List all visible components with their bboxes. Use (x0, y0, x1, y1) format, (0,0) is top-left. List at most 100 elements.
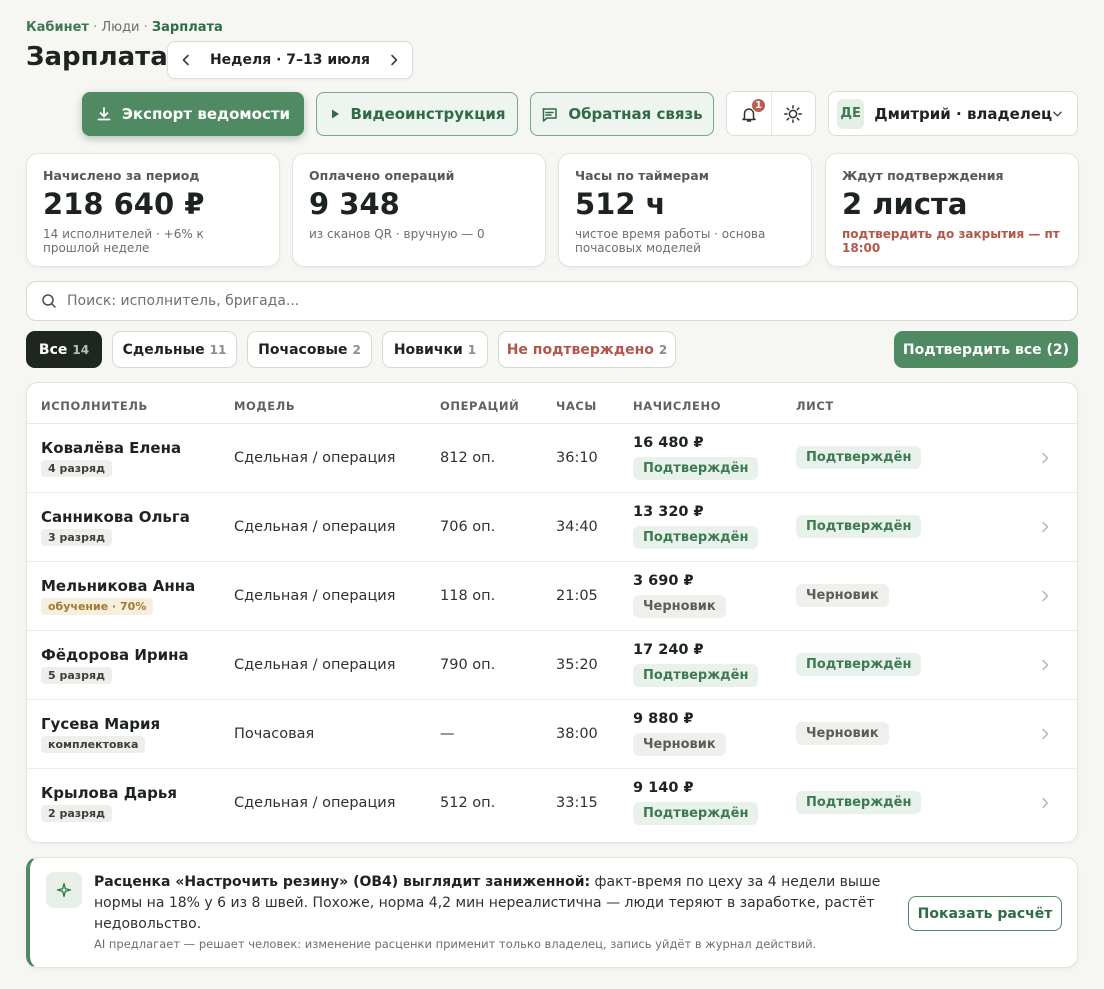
table-row[interactable]: Гусева Мария комплектовка Почасовая — 38… (27, 700, 1077, 769)
worker-grade-tag: 2 разряд (41, 805, 112, 822)
worker-role-tag: комплектовка (41, 736, 146, 753)
amount-status-badge: Подтверждён (633, 457, 759, 480)
chevron-right-icon[interactable] (1037, 588, 1053, 604)
pay-model: Сдельная / операция (234, 657, 396, 673)
filter-count: 14 (72, 342, 90, 357)
sheet-status-badge: Подтверждён (796, 446, 922, 469)
chevron-right-icon[interactable] (1037, 657, 1053, 673)
sheet-status-badge: Подтверждён (796, 791, 922, 814)
search-icon (42, 294, 56, 308)
export-button[interactable]: Экспорт ведомости (82, 92, 304, 136)
table-row[interactable]: Крылова Дарья 2 разряд Сдельная / операц… (27, 769, 1077, 838)
table-row[interactable]: Фёдорова Ирина 5 разряд Сдельная / опера… (27, 631, 1077, 700)
ai-suggestion-text: Расценка «Настрочить резину» (ОВ4) выгля… (94, 872, 884, 935)
chevron-down-icon (1053, 111, 1062, 116)
hours: 35:20 (556, 657, 598, 673)
stat-subtext: 14 исполнителей · +6% к прошлой неделе (43, 227, 204, 255)
worker-name: Санникова Ольга (41, 508, 190, 526)
user-name: Дмитрий · владелец (874, 104, 1053, 123)
hours: 21:05 (556, 588, 598, 604)
confirm-all-button[interactable]: Подтвердить все (2) (894, 331, 1078, 368)
table-header: ИСПОЛНИТЕЛЬ МОДЕЛЬ ОПЕРАЦИЙ ЧАСЫ НАЧИСЛЕ… (27, 383, 1077, 424)
export-label: Экспорт ведомости (121, 105, 291, 123)
stat-subtext: чистое время работы · основа почасовых м… (575, 227, 766, 255)
play-icon (331, 109, 339, 119)
table-row[interactable]: Ковалёва Елена 4 разряд Сдельная / опера… (27, 424, 1077, 493)
stat-card-accrued: Начислено за период 218 640 ₽ 14 исполни… (26, 153, 280, 267)
amount-status-badge: Подтверждён (633, 802, 759, 825)
table-row[interactable]: Санникова Ольга 3 разряд Сдельная / опер… (27, 493, 1077, 562)
hours: 34:40 (556, 519, 598, 535)
stat-label: Часы по таймерам (575, 168, 709, 183)
search-input[interactable] (67, 293, 1063, 309)
filter-label: Почасовые (258, 341, 348, 358)
sheet-status-badge: Черновик (796, 584, 889, 607)
worker-name: Ковалёва Елена (41, 439, 182, 457)
theme-toggle-button[interactable] (770, 92, 816, 135)
video-guide-button[interactable]: Видеоинструкция (316, 92, 518, 136)
breadcrumb-separator: · (93, 20, 98, 35)
breadcrumb-root[interactable]: Кабинет (26, 20, 89, 35)
sheet-status-badge: Подтверждён (796, 653, 922, 676)
chevron-right-icon[interactable] (386, 52, 402, 68)
search-bar (26, 281, 1078, 321)
accrued-amount: 13 320 ₽ (633, 504, 704, 520)
breadcrumb: Кабинет · Люди · Зарплата (26, 20, 223, 35)
operations-count: 790 оп. (440, 657, 496, 673)
chevron-right-icon[interactable] (1037, 519, 1053, 535)
chat-icon (542, 107, 558, 122)
accrued-amount: 17 240 ₽ (633, 642, 704, 658)
stat-value: 9 348 (309, 187, 400, 221)
worker-name: Гусева Мария (41, 715, 161, 733)
stat-value: 218 640 ₽ (43, 187, 205, 221)
stat-card-operations: Оплачено операций 9 348 из сканов QR · в… (292, 153, 546, 267)
header-icon-group: 1 (726, 91, 816, 136)
stat-card-hours: Часы по таймерам 512 ч чистое время рабо… (558, 153, 812, 267)
filter-piecework[interactable]: Сдельные 11 (112, 331, 237, 368)
filter-label: Все (38, 341, 68, 358)
amount-status-badge: Подтверждён (633, 664, 759, 687)
operations-count: — (440, 726, 455, 742)
hours: 33:15 (556, 795, 598, 811)
notifications-button[interactable]: 1 (727, 92, 771, 135)
column-header: ЛИСТ (796, 399, 834, 413)
filter-unconfirmed[interactable]: Не подтверждено 2 (498, 331, 676, 368)
pay-model: Сдельная / операция (234, 795, 396, 811)
feedback-button[interactable]: Обратная связь (530, 92, 714, 136)
stat-subtext: из сканов QR · вручную — 0 (309, 227, 485, 241)
filter-hourly[interactable]: Почасовые 2 (247, 331, 372, 368)
week-switcher: Неделя · 7–13 июля (167, 41, 413, 79)
chevron-right-icon[interactable] (1037, 726, 1053, 742)
filter-label: Сдельные (122, 341, 205, 358)
chevron-left-icon[interactable] (178, 52, 194, 68)
column-header: ЧАСЫ (556, 399, 597, 413)
accrued-amount: 9 880 ₽ (633, 711, 694, 727)
show-calculation-button[interactable]: Показать расчёт (908, 896, 1062, 931)
worker-name: Крылова Дарья (41, 784, 178, 802)
stat-warning: подтвердить до закрытия — пт 18:00 (842, 227, 1060, 255)
operations-count: 118 оп. (440, 588, 496, 604)
filter-all[interactable]: Все 14 (26, 331, 102, 368)
chevron-right-icon[interactable] (1037, 450, 1053, 466)
table-row[interactable]: Мельникова Анна обучение · 70% Сдельная … (27, 562, 1077, 631)
accrued-amount: 3 690 ₽ (633, 573, 694, 589)
hours: 38:00 (556, 726, 598, 742)
breadcrumb-current: Зарплата (151, 20, 223, 35)
pay-model: Сдельная / операция (234, 588, 396, 604)
sun-icon (784, 104, 803, 123)
user-menu[interactable]: ДЕ Дмитрий · владелец (828, 91, 1078, 136)
breadcrumb-middle[interactable]: Люди (101, 20, 139, 35)
hours: 36:10 (556, 450, 598, 466)
filter-count: 2 (658, 342, 668, 357)
chevron-right-icon[interactable] (1037, 795, 1053, 811)
filter-newcomers[interactable]: Новички 1 (382, 331, 488, 368)
pay-model: Сдельная / операция (234, 450, 396, 466)
sheet-status-badge: Подтверждён (796, 515, 922, 538)
column-header: ИСПОЛНИТЕЛЬ (41, 399, 148, 413)
filter-count: 11 (209, 342, 227, 357)
amount-status-badge: Черновик (633, 595, 726, 618)
column-header: ОПЕРАЦИЙ (440, 399, 520, 413)
sparkle-icon (46, 872, 82, 908)
operations-count: 812 оп. (440, 450, 496, 466)
operations-count: 706 оп. (440, 519, 496, 535)
